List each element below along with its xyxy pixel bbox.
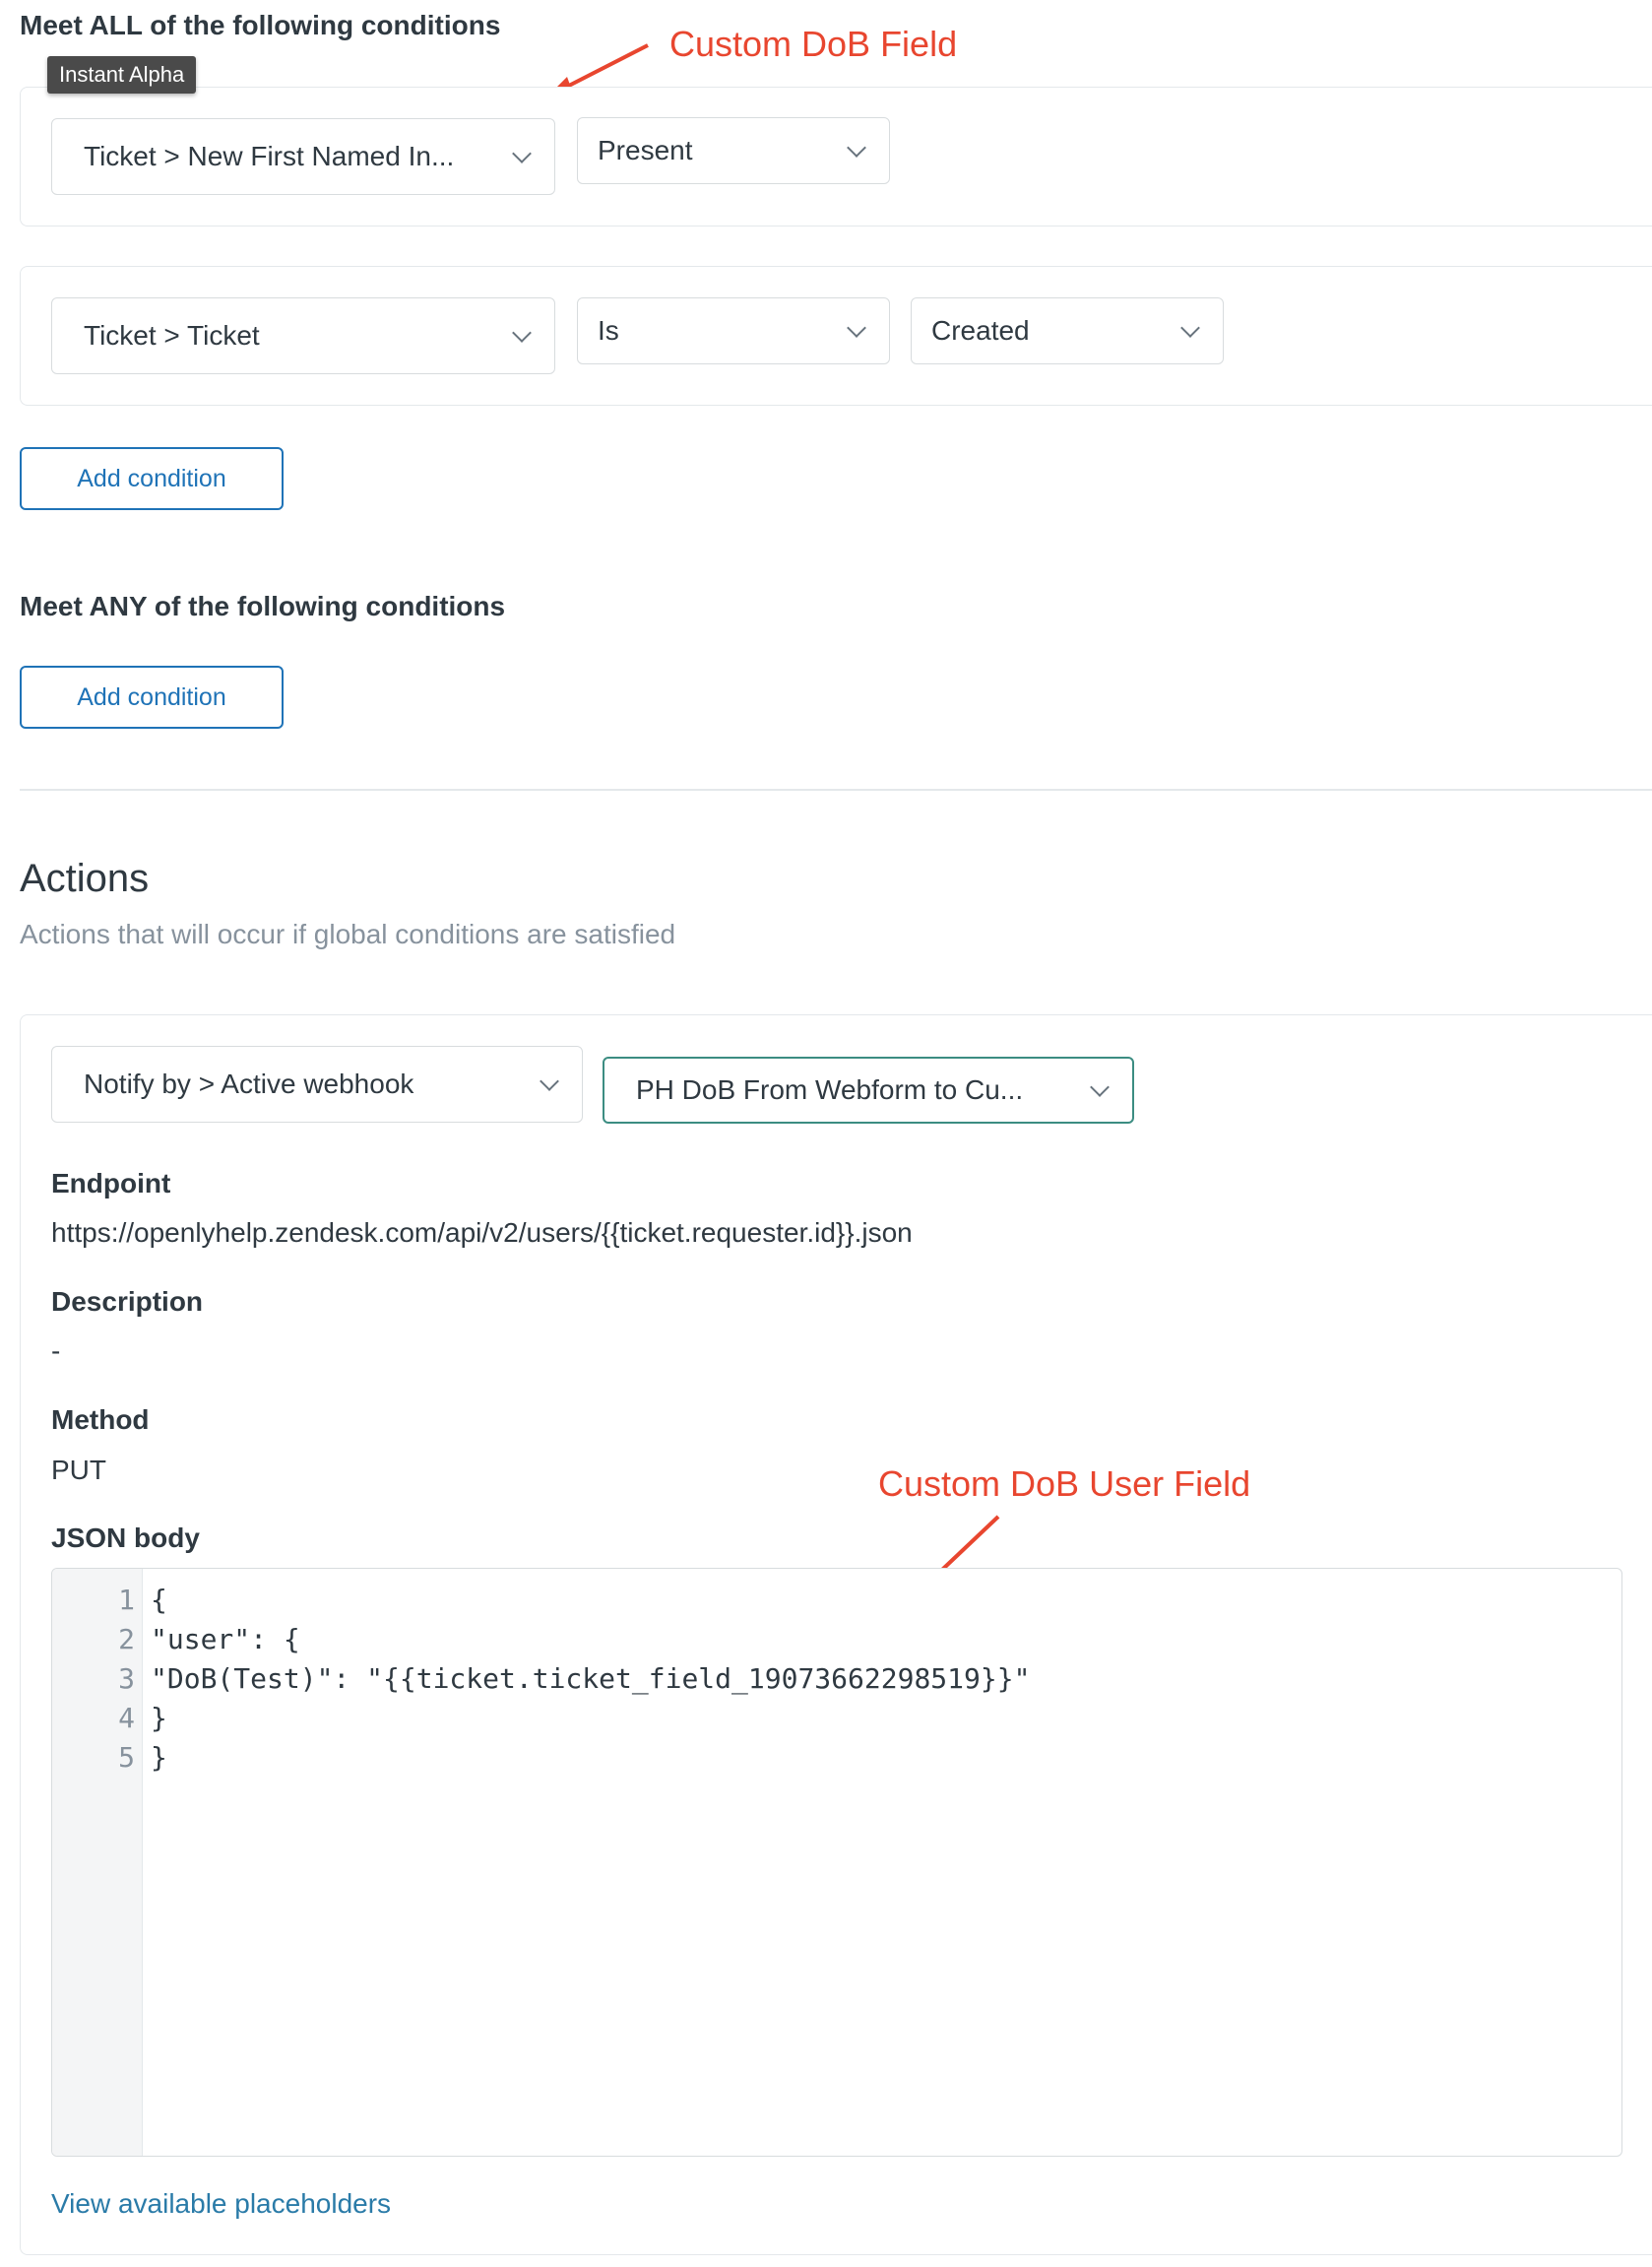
chevron-down-icon — [847, 138, 866, 158]
endpoint-value: https://openlyhelp.zendesk.com/api/v2/us… — [51, 1217, 913, 1248]
chevron-down-icon — [540, 1071, 559, 1091]
json-body-label: JSON body — [51, 1522, 200, 1553]
line-number: 5 — [118, 1741, 135, 1774]
condition-1-operator-label: Present — [598, 135, 693, 165]
chevron-down-icon — [1090, 1077, 1110, 1097]
line-number: 4 — [118, 1702, 135, 1734]
condition-2-value-label: Created — [931, 315, 1030, 346]
line-number: 2 — [118, 1623, 135, 1655]
description-label: Description — [51, 1286, 204, 1317]
chevron-down-icon — [1180, 318, 1200, 338]
action-type-select[interactable]: Notify by > Active webhook — [51, 1046, 583, 1123]
add-any-condition-button[interactable]: Add condition — [20, 666, 284, 729]
method-label: Method — [51, 1404, 150, 1435]
method-value: PUT — [51, 1455, 106, 1485]
description-value: - — [51, 1335, 61, 1366]
annotation-custom-dob-user-field: Custom DoB User Field — [878, 1463, 1251, 1504]
endpoint-label: Endpoint — [51, 1168, 171, 1198]
condition-2-field-select[interactable]: Ticket > Ticket — [51, 297, 555, 374]
chevron-down-icon — [512, 323, 532, 343]
section-divider — [20, 789, 1652, 791]
action-type-label: Notify by > Active webhook — [84, 1069, 414, 1099]
webhook-label: PH DoB From Webform to Cu... — [636, 1074, 1024, 1105]
view-placeholders-link[interactable]: View available placeholders — [51, 2188, 391, 2220]
all-conditions-heading: Meet ALL of the following conditions — [20, 10, 501, 40]
annotation-custom-dob-field: Custom DoB Field — [669, 24, 958, 64]
condition-2-operator-label: Is — [598, 315, 619, 346]
code-line: "DoB(Test)": "{{ticket.ticket_field_1907… — [151, 1662, 1031, 1695]
condition-1-field-select[interactable]: Ticket > New First Named In... — [51, 118, 555, 195]
any-conditions-heading: Meet ANY of the following conditions — [20, 591, 506, 621]
line-number: 3 — [118, 1662, 135, 1695]
instant-alpha-tooltip: Instant Alpha — [47, 56, 197, 94]
code-line: } — [151, 1741, 167, 1774]
json-body-editor[interactable]: 1 2 3 4 5 { "user": { "DoB(Test)": "{{ti… — [51, 1568, 1622, 2157]
condition-1-operator-select[interactable]: Present — [577, 117, 890, 184]
condition-2-operator-select[interactable]: Is — [577, 297, 890, 364]
actions-subtitle: Actions that will occur if global condit… — [20, 919, 676, 949]
condition-2-value-select[interactable]: Created — [911, 297, 1224, 364]
chevron-down-icon — [847, 318, 866, 338]
condition-2-field-label: Ticket > Ticket — [84, 320, 260, 351]
add-all-condition-button[interactable]: Add condition — [20, 447, 284, 510]
code-line: "user": { — [151, 1623, 300, 1655]
line-number: 1 — [118, 1584, 135, 1616]
actions-title: Actions — [20, 857, 150, 900]
chevron-down-icon — [512, 144, 532, 163]
code-line: { — [151, 1584, 167, 1616]
code-line: } — [151, 1702, 167, 1734]
webhook-select[interactable]: PH DoB From Webform to Cu... — [603, 1057, 1134, 1124]
condition-1-field-label: Ticket > New First Named In... — [84, 141, 455, 171]
